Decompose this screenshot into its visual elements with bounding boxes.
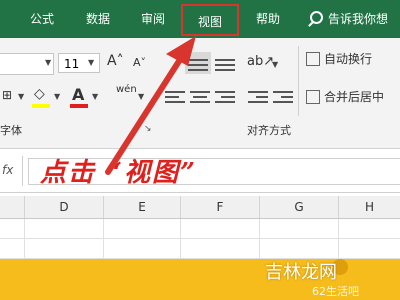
font-color-swatch xyxy=(70,104,88,108)
column-header-e[interactable]: E xyxy=(103,196,180,218)
watermark-site-name: 吉林龙网 xyxy=(265,262,337,283)
align-right-icon[interactable] xyxy=(215,88,235,106)
tell-me-search[interactable]: 告诉我你想 xyxy=(310,0,388,38)
tell-me-text: 告诉我你想 xyxy=(328,12,389,26)
orientation-icon[interactable]: ab↗ xyxy=(247,54,274,69)
chevron-down-icon[interactable]: ▼ xyxy=(45,58,51,67)
insert-function-button[interactable]: fx xyxy=(2,163,13,177)
grow-font-button[interactable]: A˄ xyxy=(107,53,124,69)
watermark-sub-text: 62生活吧 xyxy=(312,285,359,298)
tab-formulas[interactable]: 公式 xyxy=(26,0,58,38)
tab-help[interactable]: 帮助 xyxy=(252,0,284,38)
column-header-h[interactable]: H xyxy=(338,196,400,218)
tab-data[interactable]: 数据 xyxy=(82,0,114,38)
merge-icon xyxy=(306,90,320,104)
grid-line xyxy=(180,219,181,259)
chevron-down-icon[interactable]: ▼ xyxy=(138,92,144,101)
formula-bar-divider xyxy=(22,156,23,186)
grid-line xyxy=(338,219,339,259)
chevron-down-icon[interactable]: ▼ xyxy=(272,60,278,69)
shrink-font-button[interactable]: A˅ xyxy=(133,56,146,69)
tab-review[interactable]: 审阅 xyxy=(137,0,169,38)
instruction-annotation: 点击 “视图” xyxy=(40,158,197,188)
fill-color-swatch xyxy=(32,104,50,108)
dialog-launcher-icon[interactable]: ↘ xyxy=(144,124,152,134)
wrap-text-icon xyxy=(306,52,320,66)
grid-line xyxy=(24,219,25,259)
wrap-text-button[interactable]: 自动换行 xyxy=(306,50,372,67)
column-header-row: D E F G H xyxy=(0,196,400,219)
align-middle-icon[interactable] xyxy=(215,56,235,74)
phonetic-guide-button[interactable]: wén xyxy=(116,84,137,95)
ribbon-tab-bar: 公式 数据 审阅 视图 帮助 告诉我你想 xyxy=(0,0,400,38)
cell-grid[interactable] xyxy=(0,219,400,259)
fill-color-button[interactable]: ◇ xyxy=(34,86,45,102)
merge-center-label: 合并后居中 xyxy=(324,90,385,104)
column-header-g[interactable]: G xyxy=(259,196,338,218)
chevron-down-icon[interactable]: ▼ xyxy=(88,58,94,67)
wrap-text-label: 自动换行 xyxy=(324,52,373,66)
alignment-group-label: 对齐方式 xyxy=(247,124,291,137)
column-header-d[interactable]: D xyxy=(24,196,103,218)
merge-center-button[interactable]: 合并后居中 xyxy=(306,88,384,105)
grid-line xyxy=(103,219,104,259)
font-group-label: 字体 xyxy=(0,124,22,137)
column-header-f[interactable]: F xyxy=(180,196,259,218)
chevron-down-icon[interactable]: ▼ xyxy=(92,92,98,101)
chevron-down-icon[interactable]: ▼ xyxy=(18,92,24,101)
border-icon[interactable]: ⊞ xyxy=(2,88,12,102)
increase-indent-icon[interactable] xyxy=(273,88,293,106)
tab-view[interactable]: 视图 xyxy=(181,4,239,36)
align-top-icon[interactable] xyxy=(188,56,208,74)
align-left-icon[interactable] xyxy=(165,88,185,106)
ribbon-home: ▼ 11 ▼ A˄ A˅ ab↗ ▼ ⊞ ▼ ◇ ▼ A ▼ wén ▼ 自动换… xyxy=(0,38,400,149)
grid-line xyxy=(259,219,260,259)
grid-line xyxy=(0,238,400,239)
font-color-button[interactable]: A xyxy=(72,85,84,104)
chevron-down-icon[interactable]: ▼ xyxy=(54,92,60,101)
search-icon xyxy=(310,11,323,24)
ribbon-separator xyxy=(298,46,299,116)
decrease-indent-icon[interactable] xyxy=(248,88,268,106)
align-center-icon[interactable] xyxy=(190,88,210,106)
